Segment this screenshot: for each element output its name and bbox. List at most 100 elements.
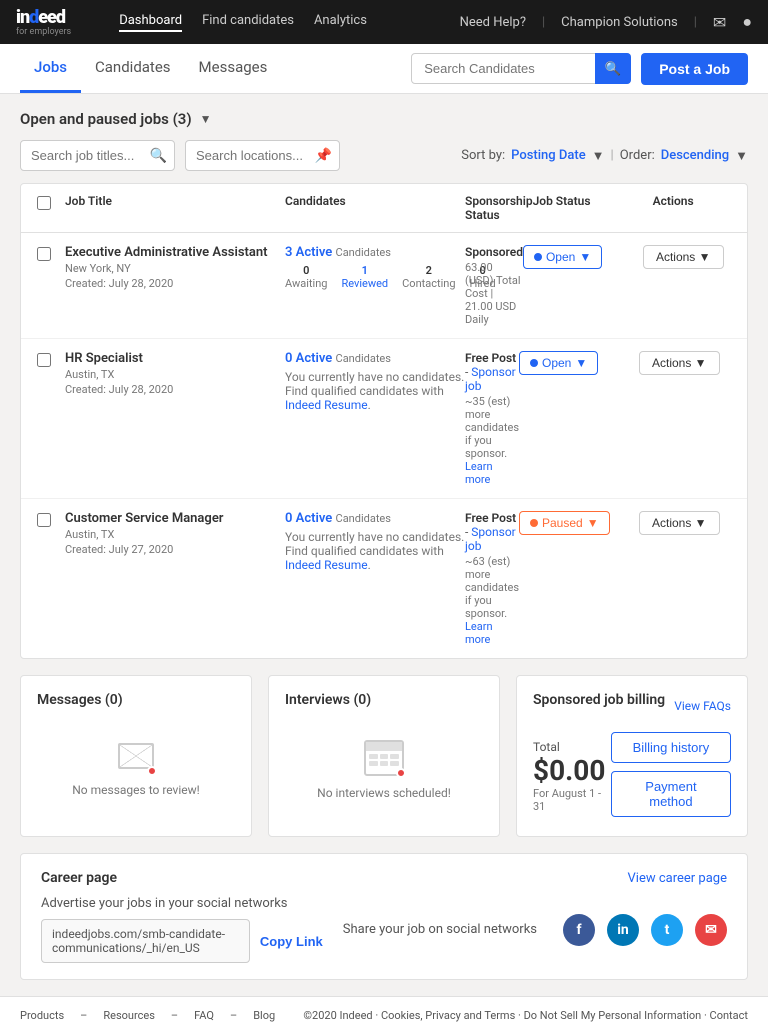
- row2-job-location: Austin, TX: [65, 368, 285, 381]
- interviews-panel-body: No interviews scheduled!: [285, 720, 483, 820]
- search-candidates-button[interactable]: 🔍: [595, 53, 631, 84]
- champion-solutions-link[interactable]: Champion Solutions: [561, 15, 678, 30]
- indeed-logo: indeed: [16, 7, 89, 28]
- search-icon: 🔍: [605, 61, 622, 77]
- footer-resources-link[interactable]: Resources: [103, 1009, 155, 1022]
- copy-link-button[interactable]: Copy Link: [260, 934, 323, 949]
- nav-find-candidates[interactable]: Find candidates: [202, 13, 294, 32]
- row1-status-chevron: ▼: [579, 250, 591, 264]
- social-icons: f in t ✉: [563, 914, 727, 946]
- th-job-status: Job Status: [533, 194, 653, 222]
- row2-actions-button[interactable]: Actions ▼: [639, 351, 720, 375]
- row3-free-post-tag: Free Post: [465, 511, 516, 525]
- sub-nav-tabs: Jobs Candidates Messages: [20, 44, 281, 93]
- row2-candidates-cell: 0 Active Candidates You currently have n…: [285, 351, 465, 416]
- row1-status-dot: [534, 253, 542, 261]
- order-value[interactable]: Descending: [661, 148, 729, 163]
- email-share-icon[interactable]: ✉: [695, 914, 727, 946]
- row3-active-candidates[interactable]: 0 Active: [285, 511, 332, 526]
- row3-checkbox[interactable]: [37, 513, 51, 527]
- row3-candidates-label: Candidates: [336, 512, 391, 525]
- messages-panel: Messages (0) No messages to review!: [20, 675, 252, 837]
- footer-blog-link[interactable]: Blog: [253, 1009, 275, 1022]
- career-share-text: Share your job on social networks: [343, 922, 537, 937]
- nav-analytics[interactable]: Analytics: [314, 13, 367, 32]
- row3-status-button[interactable]: Paused ▼: [519, 511, 610, 535]
- row1-checkbox[interactable]: [37, 247, 51, 261]
- row3-job-created: Created: July 27, 2020: [65, 543, 285, 556]
- select-all-checkbox[interactable]: [37, 196, 51, 210]
- row3-learn-more-link[interactable]: Learn more: [465, 620, 493, 646]
- footer-products-link[interactable]: Products: [20, 1009, 64, 1022]
- row2-sponsorship-detail: ~35 (est) more candidates if you sponsor…: [465, 395, 519, 460]
- row2-job-title[interactable]: HR Specialist: [65, 351, 285, 366]
- tab-messages[interactable]: Messages: [185, 44, 282, 93]
- view-career-page-link[interactable]: View career page: [628, 871, 727, 886]
- row1-contacting-label: Contacting: [402, 277, 455, 290]
- need-help-link[interactable]: Need Help?: [460, 15, 526, 30]
- payment-method-button[interactable]: Payment method: [611, 771, 731, 817]
- sort-value[interactable]: Posting Date: [511, 148, 586, 163]
- order-label: Order:: [620, 148, 655, 163]
- row3-job-title[interactable]: Customer Service Manager: [65, 511, 285, 526]
- row2-active-candidates[interactable]: 0 Active: [285, 351, 332, 366]
- calendar-icon-wrap: [364, 740, 404, 776]
- twitter-icon[interactable]: t: [651, 914, 683, 946]
- row3-indeed-resume-link[interactable]: Indeed Resume: [285, 558, 368, 572]
- row1-awaiting-num: 0: [303, 264, 309, 277]
- billing-total-section: Total $0.00 For August 1 - 31: [533, 732, 611, 813]
- linkedin-icon[interactable]: in: [607, 914, 639, 946]
- th-candidates: Candidates: [285, 194, 465, 222]
- top-navigation: indeed for employers Dashboard Find cand…: [0, 0, 768, 44]
- footer-faq-link[interactable]: FAQ: [194, 1009, 214, 1022]
- filters-right: Sort by: Posting Date ▼ | Order: Descend…: [461, 148, 748, 164]
- post-job-button[interactable]: Post a Job: [641, 53, 748, 85]
- tab-candidates[interactable]: Candidates: [81, 44, 185, 93]
- page-footer: Products – Resources – FAQ – Blog ©2020 …: [0, 996, 768, 1034]
- row3-status-chevron: ▼: [587, 516, 599, 530]
- row1-reviewed-num: 1: [362, 264, 368, 277]
- sort-dropdown-icon[interactable]: ▼: [592, 148, 605, 164]
- jobs-section-title: Open and paused jobs (3): [20, 110, 192, 128]
- billing-history-button[interactable]: Billing history: [611, 732, 731, 763]
- row1-sponsorship-detail: 63.00 (USD) Total Cost | 21.00 USD Daily: [465, 261, 523, 326]
- jobs-header: Open and paused jobs (3) ▼: [20, 110, 748, 128]
- row2-no-candidates-msg: You currently have no candidates. Find q…: [285, 366, 465, 416]
- row1-sponsored-tag: Sponsored: [465, 245, 523, 259]
- row3-candidates-cell: 0 Active Candidates You currently have n…: [285, 511, 465, 576]
- facebook-icon[interactable]: f: [563, 914, 595, 946]
- user-icon[interactable]: ●: [742, 12, 752, 32]
- row2-candidates-label: Candidates: [336, 352, 391, 365]
- sub-navigation: Jobs Candidates Messages 🔍 Post a Job: [0, 44, 768, 94]
- jobs-dropdown-arrow[interactable]: ▼: [200, 112, 212, 126]
- nav-dashboard[interactable]: Dashboard: [119, 13, 182, 32]
- row2-indeed-resume-link[interactable]: Indeed Resume: [285, 398, 368, 412]
- for-employers-label: for employers: [16, 28, 71, 37]
- career-page-section: Career page View career page Advertise y…: [20, 853, 748, 980]
- row2-status-button[interactable]: Open ▼: [519, 351, 598, 375]
- row3-actions-button[interactable]: Actions ▼: [639, 511, 720, 535]
- row2-checkbox[interactable]: [37, 353, 51, 367]
- th-job-title: Job Title: [65, 194, 285, 222]
- search-title-icon: 🔍: [150, 148, 167, 164]
- job-title-search-wrap: 🔍: [20, 140, 175, 171]
- row1-job-title[interactable]: Executive Administrative Assistant: [65, 245, 285, 260]
- row1-status-button[interactable]: Open ▼: [523, 245, 602, 269]
- career-section-title: Career page: [41, 870, 117, 886]
- row1-actions-button[interactable]: Actions ▼: [643, 245, 724, 269]
- row2-sponsor-link[interactable]: Sponsor job: [465, 365, 516, 393]
- th-actions: Actions: [653, 194, 753, 222]
- table-row: HR Specialist Austin, TX Created: July 2…: [21, 339, 747, 499]
- message-icon[interactable]: ✉: [713, 13, 726, 32]
- interviews-panel: Interviews (0): [268, 675, 500, 837]
- row1-job-location: New York, NY: [65, 262, 285, 275]
- view-faqs-link[interactable]: View FAQs: [674, 699, 731, 713]
- row1-active-candidates[interactable]: 3 Active: [285, 245, 332, 260]
- tab-jobs[interactable]: Jobs: [20, 44, 81, 93]
- row3-status-label: Paused: [542, 516, 583, 530]
- order-dropdown-icon[interactable]: ▼: [735, 148, 748, 164]
- row3-sponsor-link[interactable]: Sponsor job: [465, 525, 516, 553]
- billing-content: Total $0.00 For August 1 - 31 Billing hi…: [533, 728, 731, 817]
- row1-actions-cell: Actions ▼: [643, 245, 743, 269]
- row2-learn-more-link[interactable]: Learn more: [465, 460, 493, 486]
